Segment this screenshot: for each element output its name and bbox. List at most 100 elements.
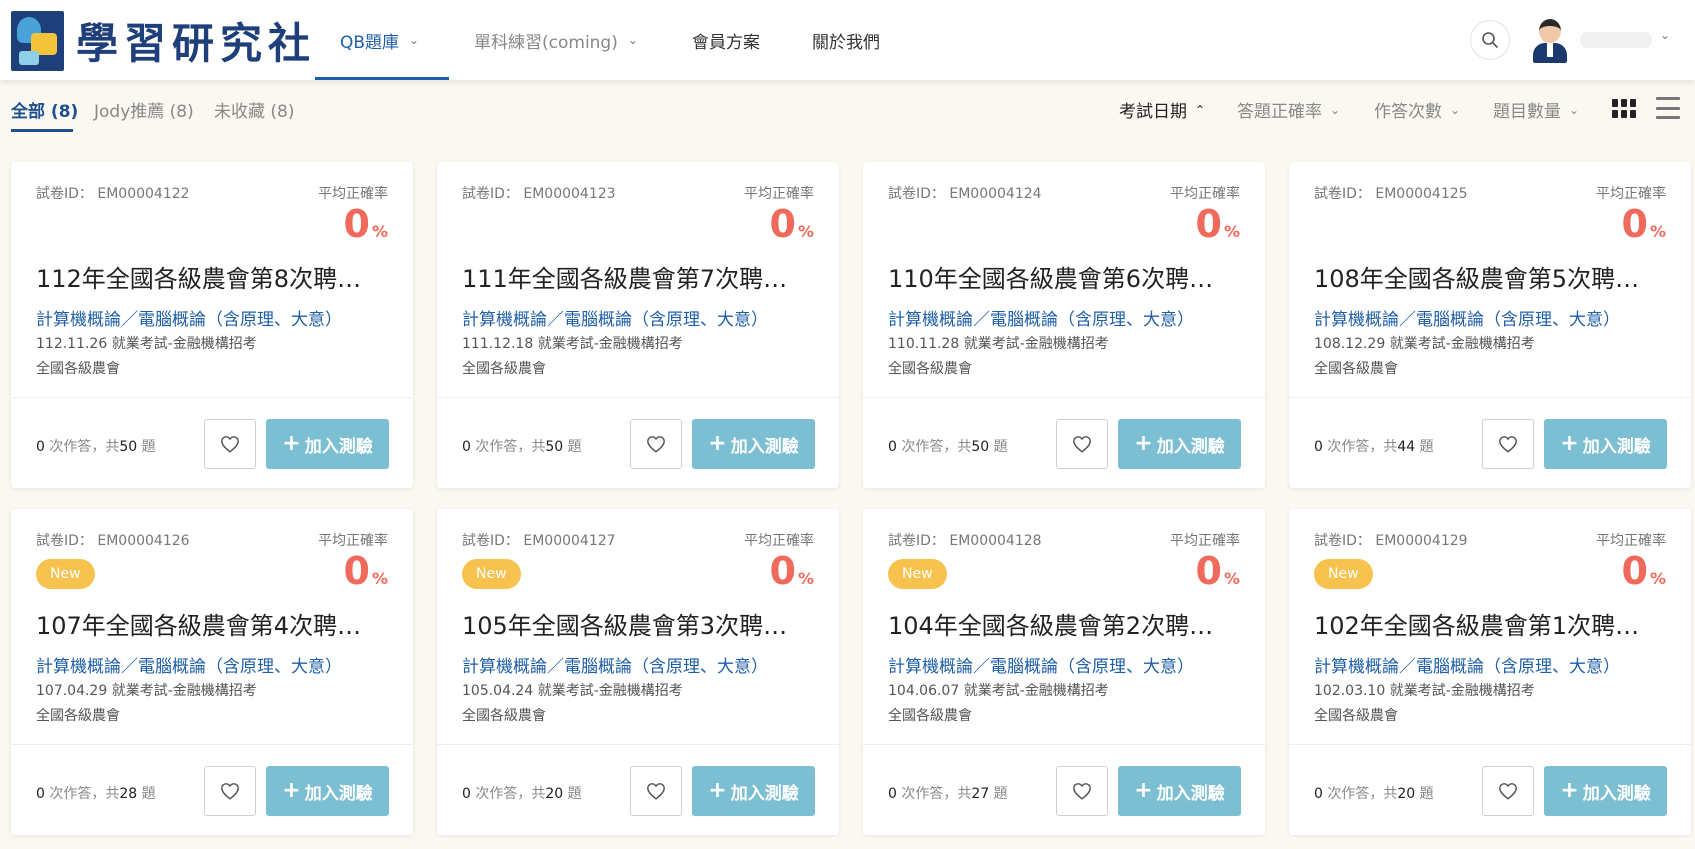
- add-to-test-button[interactable]: + 加入測驗: [1544, 419, 1667, 469]
- attempt-stats: 0 次作答，共50 題: [888, 439, 1008, 455]
- heart-icon: [1499, 436, 1517, 453]
- attempt-stats: 0 次作答，共20 題: [1314, 786, 1434, 802]
- favorite-button[interactable]: [1482, 766, 1534, 816]
- exam-id: 試卷ID： EM00004126: [36, 533, 190, 549]
- favorite-button[interactable]: [1056, 766, 1108, 816]
- exam-subject[interactable]: 計算機概論／電腦概論（含原理、大意）: [36, 305, 342, 330]
- exam-title[interactable]: 108年全國各級農會第5次聘用人員統一甄選試題: [1314, 259, 1654, 294]
- exam-card[interactable]: 試卷ID： EM00004122 平均正確率 0% 112年全國各級農會第8次聘…: [11, 162, 413, 488]
- exam-subject[interactable]: 計算機概論／電腦概論（含原理、大意）: [888, 305, 1194, 330]
- add-to-test-button[interactable]: + 加入測驗: [692, 419, 815, 469]
- attempt-stats: 0 次作答，共27 題: [888, 786, 1008, 802]
- filter-active-underline: [11, 129, 73, 132]
- favorite-button[interactable]: [630, 419, 682, 469]
- exam-id: 試卷ID： EM00004122: [36, 186, 190, 202]
- heart-icon: [647, 783, 665, 800]
- nav-single-subject[interactable]: 單科練習(coming) ⌄: [474, 0, 638, 80]
- exam-card[interactable]: 試卷ID： EM00004128 平均正確率 0% New 104年全國各級農會…: [863, 509, 1265, 835]
- exam-title[interactable]: 102年全國各級農會第1次聘用人員統一甄選試題: [1314, 606, 1654, 641]
- add-to-test-label: 加入測驗: [1156, 783, 1225, 804]
- filter-tab-jody[interactable]: Jody推薦 (8): [94, 97, 194, 122]
- exam-subject[interactable]: 計算機概論／電腦概論（含原理、大意）: [36, 652, 342, 677]
- add-to-test-button[interactable]: + 加入測驗: [266, 766, 389, 816]
- add-to-test-button[interactable]: + 加入測驗: [266, 419, 389, 469]
- heart-icon: [1073, 436, 1091, 453]
- grid-view-icon[interactable]: [1612, 99, 1636, 119]
- nav-label: 單科練習(coming): [474, 32, 618, 53]
- search-button[interactable]: [1470, 20, 1510, 60]
- exam-date-category: 108.12.29 就業考試-金融機構招考: [1314, 336, 1535, 352]
- nav-qb-bank[interactable]: QB題庫 ⌄: [340, 0, 419, 80]
- sort-label: 題目數量: [1493, 102, 1561, 122]
- exam-card[interactable]: 試卷ID： EM00004124 平均正確率 0% 110年全國各級農會第6次聘…: [863, 162, 1265, 488]
- sort-accuracy[interactable]: 答題正確率 ⌄: [1237, 97, 1340, 122]
- exam-title[interactable]: 104年全國各級農會第2次聘用人員統一甄選試題: [888, 606, 1228, 641]
- exam-id: 試卷ID： EM00004124: [888, 186, 1042, 202]
- favorite-button[interactable]: [1056, 419, 1108, 469]
- heart-icon: [1073, 783, 1091, 800]
- exam-subject[interactable]: 計算機概論／電腦概論（含原理、大意）: [888, 652, 1194, 677]
- add-to-test-button[interactable]: + 加入測驗: [1118, 419, 1241, 469]
- attempt-stats: 0 次作答，共20 題: [462, 786, 582, 802]
- sort-label: 作答次數: [1374, 102, 1442, 122]
- exam-card[interactable]: 試卷ID： EM00004125 平均正確率 0% 108年全國各級農會第5次聘…: [1289, 162, 1691, 488]
- add-to-test-button[interactable]: + 加入測驗: [692, 766, 815, 816]
- plus-icon: +: [1134, 431, 1153, 456]
- plus-icon: +: [282, 778, 301, 803]
- nav-membership[interactable]: 會員方案: [692, 0, 760, 80]
- chevron-down-icon[interactable]: ⌄: [1660, 28, 1670, 42]
- favorite-button[interactable]: [630, 766, 682, 816]
- nav-active-underline: [315, 77, 449, 80]
- exam-subject[interactable]: 計算機概論／電腦概論（含原理、大意）: [462, 652, 768, 677]
- exam-card[interactable]: 試卷ID： EM00004123 平均正確率 0% 111年全國各級農會第7次聘…: [437, 162, 839, 488]
- favorite-button[interactable]: [204, 419, 256, 469]
- add-to-test-button[interactable]: + 加入測驗: [1544, 766, 1667, 816]
- exam-title[interactable]: 107年全國各級農會第4次聘用人員統一甄選試題: [36, 606, 376, 641]
- new-badge: New: [36, 559, 95, 589]
- heart-icon: [647, 436, 665, 453]
- brand-name: 學習研究社: [76, 19, 317, 68]
- nav-label: QB題庫: [340, 32, 400, 53]
- add-to-test-label: 加入測驗: [304, 783, 373, 804]
- filter-tab-unsaved[interactable]: 未收藏 (8): [214, 97, 294, 122]
- exam-title[interactable]: 112年全國各級農會第8次聘用人員統一甄選試題: [36, 259, 376, 294]
- exam-subject[interactable]: 計算機概論／電腦概論（含原理、大意）: [462, 305, 768, 330]
- exam-organization: 全國各級農會: [1314, 361, 1398, 377]
- filter-tab-all[interactable]: 全部 (8): [11, 97, 78, 122]
- nav-label: 會員方案: [692, 32, 760, 53]
- sort-question-count[interactable]: 題目數量 ⌄: [1493, 97, 1579, 122]
- list-view-icon[interactable]: [1656, 97, 1680, 119]
- exam-title[interactable]: 111年全國各級農會第7次聘用人員統一甄選試題: [462, 259, 802, 294]
- average-rate: 0%: [1195, 549, 1240, 593]
- sort-exam-date[interactable]: 考試日期 ⌃: [1119, 97, 1205, 122]
- exam-date-category: 107.04.29 就業考試-金融機構招考: [36, 683, 257, 699]
- attempt-stats: 0 次作答，共50 題: [462, 439, 582, 455]
- exam-card[interactable]: 試卷ID： EM00004129 平均正確率 0% New 102年全國各級農會…: [1289, 509, 1691, 835]
- exam-title[interactable]: 105年全國各級農會第3次聘用人員統一甄選試題: [462, 606, 802, 641]
- sort-label: 答題正確率: [1237, 102, 1322, 122]
- add-to-test-label: 加入測驗: [1156, 436, 1225, 457]
- exam-card[interactable]: 試卷ID： EM00004127 平均正確率 0% New 105年全國各級農會…: [437, 509, 839, 835]
- nav-about[interactable]: 關於我們: [812, 0, 880, 80]
- chevron-down-icon: ⌄: [1569, 102, 1580, 117]
- avatar[interactable]: [1530, 17, 1570, 63]
- card-divider: [437, 744, 839, 745]
- favorite-button[interactable]: [204, 766, 256, 816]
- favorite-button[interactable]: [1482, 419, 1534, 469]
- exam-date-category: 112.11.26 就業考試-金融機構招考: [36, 336, 257, 352]
- plus-icon: +: [1560, 431, 1579, 456]
- card-divider: [1289, 397, 1691, 398]
- plus-icon: +: [1134, 778, 1153, 803]
- user-name-redacted[interactable]: [1580, 32, 1652, 48]
- average-rate-label: 平均正確率: [1596, 186, 1666, 202]
- exam-subject[interactable]: 計算機概論／電腦概論（含原理、大意）: [1314, 652, 1620, 677]
- sort-attempts[interactable]: 作答次數 ⌄: [1374, 97, 1460, 122]
- add-to-test-label: 加入測驗: [1582, 783, 1651, 804]
- exam-date-category: 105.04.24 就業考試-金融機構招考: [462, 683, 683, 699]
- site-logo[interactable]: 學習研究社: [11, 10, 316, 71]
- exam-title[interactable]: 110年全國各級農會第6次聘用人員統一甄選試題: [888, 259, 1228, 294]
- exam-card[interactable]: 試卷ID： EM00004126 平均正確率 0% New 107年全國各級農會…: [11, 509, 413, 835]
- exam-subject[interactable]: 計算機概論／電腦概論（含原理、大意）: [1314, 305, 1620, 330]
- add-to-test-button[interactable]: + 加入測驗: [1118, 766, 1241, 816]
- card-divider: [437, 397, 839, 398]
